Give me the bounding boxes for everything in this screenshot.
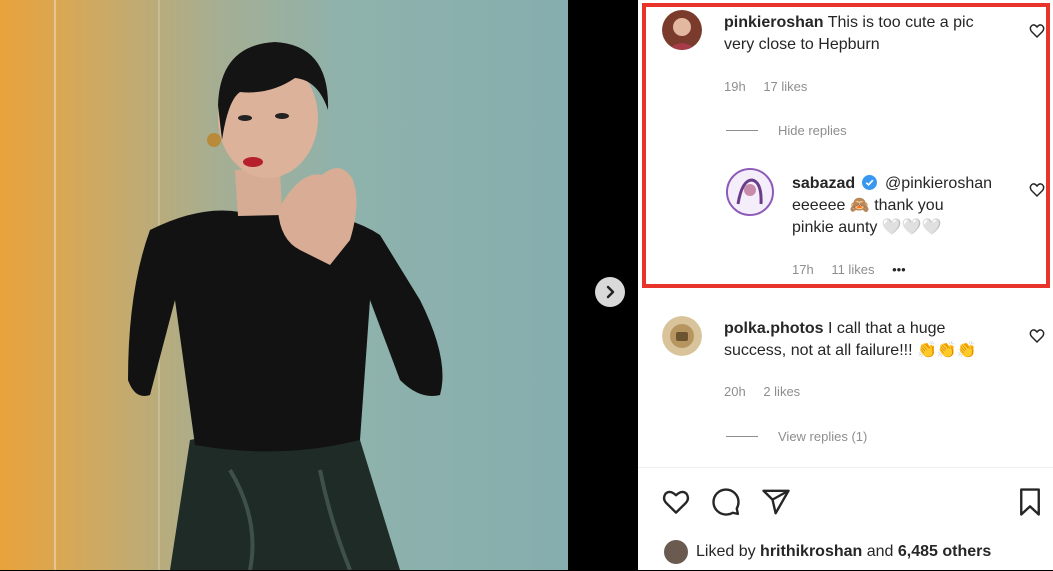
liked-by-count[interactable]: 6,485 others (898, 543, 991, 561)
comment-time: 20h (724, 384, 746, 399)
like-comment-button[interactable] (1029, 182, 1045, 198)
woman-figure (128, 42, 443, 570)
comment-username[interactable]: polka.photos (724, 320, 824, 337)
liked-by-prefix: Liked by (696, 543, 756, 560)
avatar[interactable] (664, 540, 688, 564)
comment-likes[interactable]: 17 likes (763, 79, 807, 94)
avatar[interactable] (726, 168, 774, 216)
heart-icon (1029, 329, 1045, 344)
liked-by: Liked by hrithikroshan and 6,485 others (664, 540, 991, 564)
like-comment-button[interactable] (1029, 23, 1045, 39)
view-replies-button[interactable]: View replies (1) (726, 429, 867, 444)
comment-text: This is too cute a pic (827, 14, 974, 31)
comment-text: very close to Hepburn (724, 36, 880, 53)
liked-by-user[interactable]: hrithikroshan (760, 543, 862, 561)
comment-text: pinkie aunty 🤍🤍🤍 (792, 219, 942, 236)
verified-icon (861, 175, 877, 190)
comment-username[interactable]: pinkieroshan (724, 14, 824, 31)
liked-by-and: and (866, 543, 894, 560)
comment-text: eeeeee 🙈 thank you (792, 197, 944, 214)
comment-text: success, not at all failure!!! 👏👏👏 (724, 342, 977, 359)
replies-toggle-label: View replies (1) (778, 429, 868, 444)
avatar[interactable] (662, 10, 702, 50)
next-photo-button[interactable] (595, 277, 625, 307)
share-icon (762, 489, 790, 515)
action-bar: Liked by hrithikroshan and 6,485 others (638, 467, 1053, 571)
comment-button[interactable] (710, 487, 742, 519)
replies-toggle-label: Hide replies (778, 123, 847, 138)
like-comment-button[interactable] (1029, 328, 1045, 344)
save-button[interactable] (1014, 487, 1046, 519)
comment-likes[interactable]: 11 likes (831, 262, 874, 277)
comment-username[interactable]: sabazad (792, 175, 855, 192)
like-post-button[interactable] (660, 487, 692, 519)
avatar[interactable] (662, 316, 702, 356)
post-photo[interactable] (0, 0, 568, 570)
bookmark-icon (1020, 488, 1040, 516)
comments-panel: pinkieroshan This is too cute a pic very… (638, 0, 1053, 570)
hide-replies-button[interactable]: Hide replies (726, 123, 847, 138)
heart-icon (662, 490, 690, 514)
comment-likes[interactable]: 2 likes (763, 384, 800, 399)
comment-time: 17h (792, 262, 814, 277)
comment-time: 19h (724, 79, 746, 94)
heart-icon (1029, 183, 1045, 198)
comment-mention[interactable]: @pinkieroshan (885, 175, 992, 192)
share-button[interactable] (760, 487, 792, 519)
heart-icon (1029, 24, 1045, 39)
comment-icon (712, 488, 740, 516)
chevron-right-icon (606, 285, 615, 299)
comment-text: I call that a huge (828, 320, 946, 337)
divider (726, 130, 758, 131)
more-options-button[interactable]: ••• (892, 262, 906, 277)
divider (726, 436, 758, 437)
